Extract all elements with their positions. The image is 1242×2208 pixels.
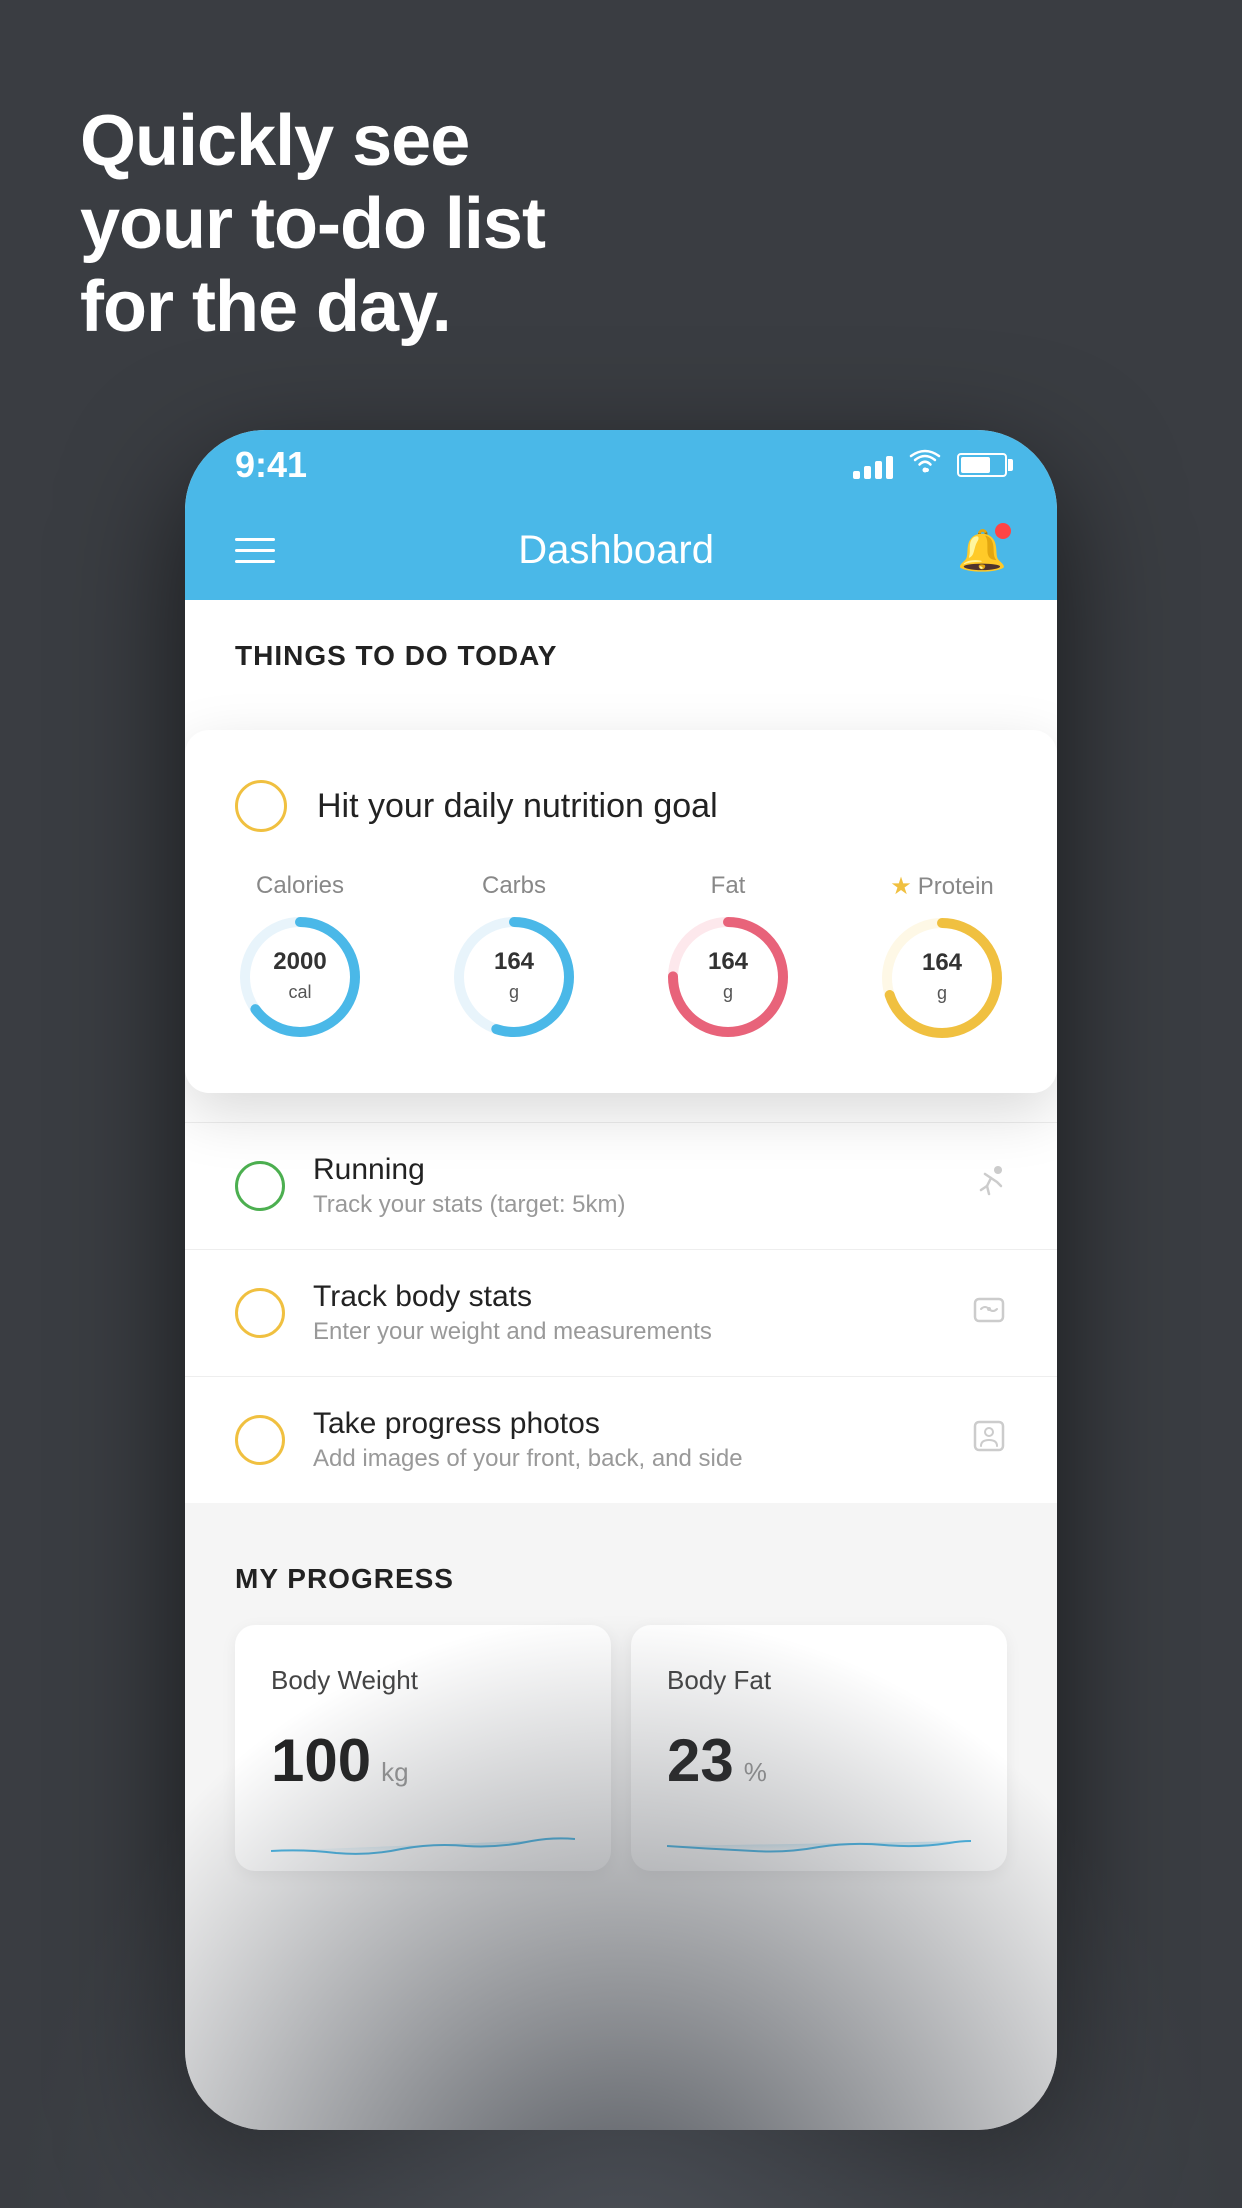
status-time: 9:41 bbox=[235, 444, 307, 486]
status-bar: 9:41 bbox=[185, 430, 1057, 500]
bodystats-title: Track body stats bbox=[313, 1280, 943, 1314]
body-fat-unit: % bbox=[744, 1757, 767, 1788]
body-fat-title: Body Fat bbox=[667, 1665, 971, 1696]
body-fat-card: Body Fat 23 % bbox=[631, 1625, 1007, 1871]
running-content: Running Track your stats (target: 5km) bbox=[313, 1153, 943, 1219]
headline-line3: for the day. bbox=[80, 266, 545, 349]
phone-mockup: 9:41 bbox=[185, 430, 1057, 2130]
running-title: Running bbox=[313, 1153, 943, 1187]
photos-desc: Add images of your front, back, and side bbox=[313, 1445, 943, 1473]
calories-label: Calories bbox=[256, 872, 344, 900]
body-weight-value: 100 kg bbox=[271, 1726, 575, 1795]
protein-circle: ★ Protein 164g bbox=[877, 872, 1007, 1043]
wifi-icon bbox=[909, 448, 941, 483]
calories-ring: 2000cal bbox=[235, 912, 365, 1042]
progress-cards: Body Weight 100 kg bbox=[235, 1625, 1007, 1871]
star-icon: ★ bbox=[890, 872, 912, 901]
calories-value: 2000cal bbox=[273, 948, 326, 1006]
photos-title: Take progress photos bbox=[313, 1407, 943, 1441]
bodystats-desc: Enter your weight and measurements bbox=[313, 1318, 943, 1346]
carbs-circle: Carbs 164g bbox=[449, 872, 579, 1042]
signal-icon bbox=[853, 451, 893, 479]
nutrition-todo-header: Hit your daily nutrition goal bbox=[235, 780, 1007, 832]
fat-label: Fat bbox=[711, 872, 746, 900]
body-weight-number: 100 bbox=[271, 1726, 371, 1795]
person-icon bbox=[971, 1418, 1007, 1463]
list-item[interactable]: Take progress photos Add images of your … bbox=[185, 1376, 1057, 1503]
notification-dot bbox=[995, 523, 1011, 539]
list-item[interactable]: Track body stats Enter your weight and m… bbox=[185, 1249, 1057, 1376]
running-check-circle bbox=[235, 1161, 285, 1211]
headline: Quickly see your to-do list for the day. bbox=[80, 100, 545, 348]
progress-title: MY PROGRESS bbox=[235, 1563, 1007, 1595]
body-fat-number: 23 bbox=[667, 1726, 734, 1795]
nav-title: Dashboard bbox=[518, 528, 714, 573]
photos-content: Take progress photos Add images of your … bbox=[313, 1407, 943, 1473]
battery-icon bbox=[957, 453, 1007, 477]
bodystats-content: Track body stats Enter your weight and m… bbox=[313, 1280, 943, 1346]
headline-line1: Quickly see bbox=[80, 100, 545, 183]
fat-ring: 164g bbox=[663, 912, 793, 1042]
photos-check-circle bbox=[235, 1415, 285, 1465]
carbs-value: 164g bbox=[494, 948, 534, 1006]
protein-value: 164g bbox=[922, 949, 962, 1007]
protein-label: ★ Protein bbox=[890, 872, 994, 901]
things-section: THINGS TO DO TODAY bbox=[185, 600, 1057, 702]
running-icon bbox=[971, 1164, 1007, 1209]
nutrition-card: Hit your daily nutrition goal Calories 2… bbox=[185, 730, 1057, 1093]
list-item[interactable]: Running Track your stats (target: 5km) bbox=[185, 1122, 1057, 1249]
carbs-label: Carbs bbox=[482, 872, 546, 900]
nutrition-circles: Calories 2000cal Carbs bbox=[235, 872, 1007, 1043]
calories-circle: Calories 2000cal bbox=[235, 872, 365, 1042]
body-fat-chart bbox=[667, 1811, 971, 1871]
fat-circle: Fat 164g bbox=[663, 872, 793, 1042]
running-desc: Track your stats (target: 5km) bbox=[313, 1191, 943, 1219]
section-title: THINGS TO DO TODAY bbox=[235, 640, 1007, 672]
nutrition-todo-label: Hit your daily nutrition goal bbox=[317, 787, 718, 826]
body-weight-title: Body Weight bbox=[271, 1665, 575, 1696]
notification-button[interactable]: 🔔 bbox=[957, 527, 1007, 574]
carbs-ring: 164g bbox=[449, 912, 579, 1042]
content-area: THINGS TO DO TODAY Hit your daily nutrit… bbox=[185, 600, 1057, 2130]
body-fat-value: 23 % bbox=[667, 1726, 971, 1795]
scale-icon bbox=[971, 1291, 1007, 1336]
bodystats-check-circle bbox=[235, 1288, 285, 1338]
menu-button[interactable] bbox=[235, 538, 275, 563]
status-icons bbox=[853, 448, 1007, 483]
nutrition-check-circle[interactable] bbox=[235, 780, 287, 832]
progress-section: MY PROGRESS Body Weight 100 kg bbox=[185, 1503, 1057, 1911]
headline-line2: your to-do list bbox=[80, 183, 545, 266]
nav-bar: Dashboard 🔔 bbox=[185, 500, 1057, 600]
body-weight-chart bbox=[271, 1811, 575, 1871]
body-weight-card: Body Weight 100 kg bbox=[235, 1625, 611, 1871]
protein-ring: 164g bbox=[877, 913, 1007, 1043]
body-weight-unit: kg bbox=[381, 1757, 408, 1788]
fat-value: 164g bbox=[708, 948, 748, 1006]
